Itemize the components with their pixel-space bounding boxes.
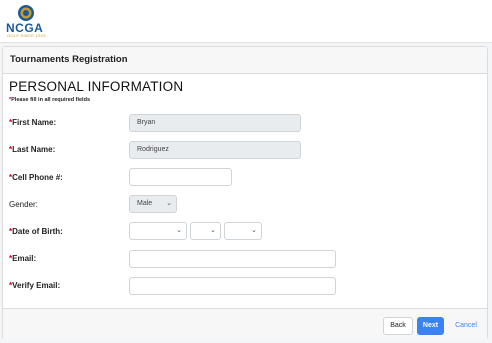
required-note-text: Please fill in all required fields xyxy=(11,97,91,103)
email-label: *Email: xyxy=(9,254,36,263)
section-title: PERSONAL INFORMATION xyxy=(9,79,184,94)
verify-email-label: *Verify Email: xyxy=(9,281,60,290)
back-button[interactable]: Back xyxy=(383,317,413,335)
gender-label: Gender: xyxy=(9,200,38,209)
chevron-down-icon: ⌄ xyxy=(210,227,216,234)
next-button[interactable]: Next xyxy=(417,317,444,335)
registration-card: Tournaments Registration PERSONAL INFORM… xyxy=(2,46,488,340)
card-header: Tournaments Registration xyxy=(3,47,487,74)
dob-year-select[interactable]: ⌄ xyxy=(224,222,262,240)
cell-phone-field[interactable] xyxy=(129,168,232,186)
site-header: NCGA GOLF SINCE 1903 xyxy=(0,0,492,43)
cell-phone-label: *Cell Phone #: xyxy=(9,173,63,182)
cancel-button[interactable]: Cancel xyxy=(451,317,481,335)
page-title: Tournaments Registration xyxy=(10,54,128,65)
first-name-label: *First Name: xyxy=(9,118,56,127)
email-field[interactable] xyxy=(129,250,336,268)
last-name-label-text: Last Name: xyxy=(12,145,56,154)
first-name-label-text: First Name: xyxy=(12,118,57,127)
dob-day-select[interactable]: ⌄ xyxy=(190,222,221,240)
cell-phone-label-text: Cell Phone #: xyxy=(12,173,63,182)
first-name-field[interactable]: Bryan xyxy=(129,114,301,132)
last-name-label: *Last Name: xyxy=(9,145,55,154)
brand-tagline: GOLF SINCE 1903 xyxy=(7,33,46,38)
required-note: *Please fill in all required fields xyxy=(9,97,90,103)
email-label-text: Email: xyxy=(12,254,37,263)
chevron-down-icon: ⌄ xyxy=(166,200,172,207)
verify-email-field[interactable] xyxy=(129,277,336,295)
form-footer: Back Next Cancel xyxy=(3,308,487,340)
gender-select[interactable]: Male ⌄ xyxy=(129,195,177,213)
last-name-field[interactable]: Rodriguez xyxy=(129,141,301,159)
dob-label: *Date of Birth: xyxy=(9,227,63,236)
dob-label-text: Date of Birth: xyxy=(12,227,63,236)
chevron-down-icon: ⌄ xyxy=(251,227,257,234)
dob-month-select[interactable]: ⌄ xyxy=(129,222,187,240)
chevron-down-icon: ⌄ xyxy=(176,227,182,234)
gender-value: Male xyxy=(137,200,153,207)
verify-email-label-text: Verify Email: xyxy=(12,281,61,290)
